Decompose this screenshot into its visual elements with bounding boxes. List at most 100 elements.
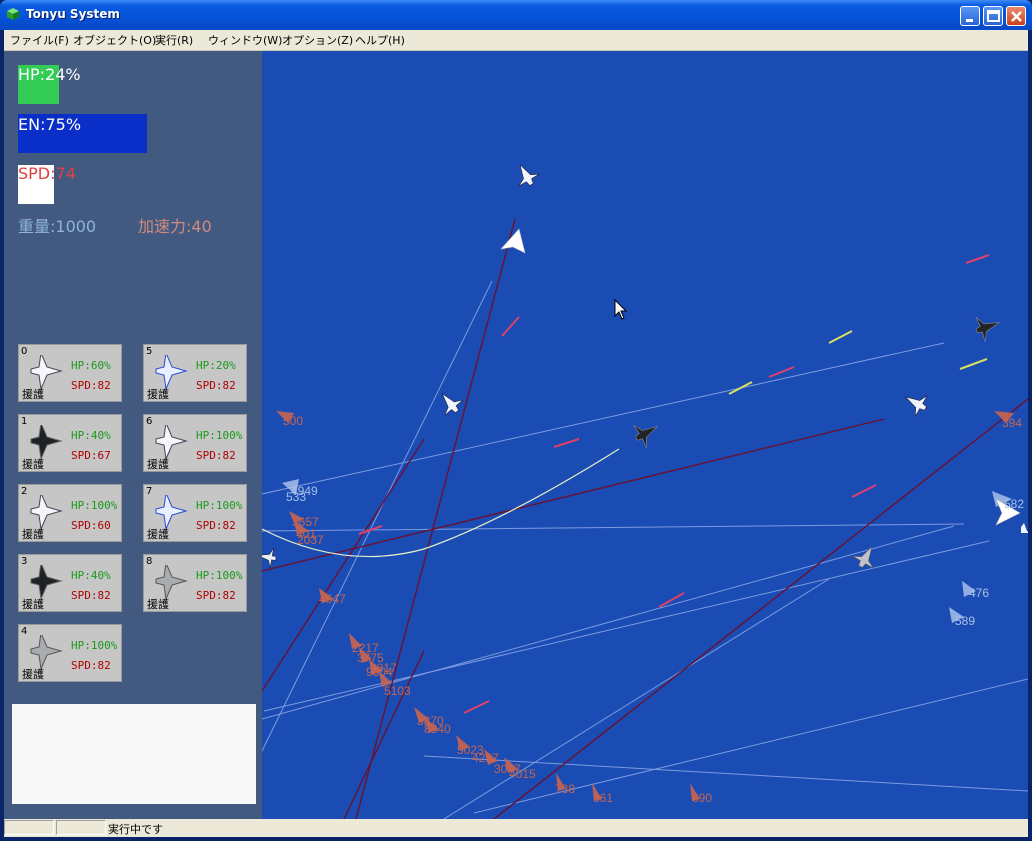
beam-lines — [261, 218, 1028, 819]
white-fighter-icon — [1021, 523, 1028, 533]
close-icon — [1011, 11, 1022, 22]
status-text: 実行中です — [108, 823, 163, 836]
unit-number: 4 — [21, 626, 28, 637]
unit-role: 援護 — [22, 458, 44, 471]
unit-number: 8 — [146, 556, 153, 567]
unit-card[interactable]: 0 HP:60% SPD:82 援護 — [18, 344, 122, 402]
damage-label: 738 — [555, 782, 576, 796]
unit-hp: HP:60% — [71, 359, 111, 372]
unit-hp: HP:20% — [196, 359, 236, 372]
unit-spd: SPD:82 — [196, 449, 236, 462]
bullets — [358, 254, 990, 714]
close-button[interactable] — [1006, 6, 1026, 26]
unit-role: 援護 — [22, 388, 44, 401]
damage-label: 861 — [593, 791, 614, 805]
status-cell — [4, 820, 54, 835]
unit-role: 援護 — [22, 668, 44, 681]
unit-card[interactable]: 3 HP:40% SPD:82 援護 — [18, 554, 122, 612]
unit-role: 援護 — [147, 458, 169, 471]
spd-label: SPD:74 — [18, 164, 76, 183]
damage-label: 5103 — [384, 684, 411, 698]
black-fighter-icon — [975, 316, 1001, 342]
menu-help[interactable]: ヘルプ(H) — [355, 32, 405, 48]
menu-object[interactable]: オブジェクト(O) — [73, 32, 156, 48]
damage-label: 394 — [1002, 416, 1023, 430]
unit-number: 1 — [21, 416, 28, 427]
menu-window[interactable]: ウィンドウ(W) — [208, 32, 282, 48]
fighter-jets — [257, 163, 1028, 569]
unit-number: 5 — [146, 346, 153, 357]
status-cell — [56, 820, 106, 835]
unit-spd: SPD:67 — [71, 449, 111, 462]
status-bar: 実行中です — [4, 819, 1028, 837]
unit-spd: SPD:82 — [71, 379, 111, 392]
unit-number: 3 — [21, 556, 28, 567]
maximize-button[interactable] — [983, 6, 1003, 26]
unit-role: 援護 — [147, 598, 169, 611]
menu-option[interactable]: オプション(Z) — [282, 32, 353, 48]
window-title: Tonyu System — [26, 7, 120, 21]
unit-hp: HP:100% — [196, 499, 243, 512]
unit-card[interactable]: 8 HP:100% SPD:82 援護 — [143, 554, 247, 612]
black-fighter-icon — [633, 424, 659, 448]
maximize-icon — [987, 10, 1000, 22]
unit-role: 援護 — [147, 528, 169, 541]
en-label: EN:75% — [18, 115, 82, 134]
unit-card[interactable]: 1 HP:40% SPD:67 援護 — [18, 414, 122, 472]
damage-label: 2037 — [297, 533, 324, 547]
damage-label: 582 — [1004, 497, 1025, 511]
unit-role: 援護 — [147, 388, 169, 401]
weight-label: 重量:1000 — [18, 217, 97, 236]
damage-label: 8340 — [424, 722, 451, 736]
damage-label: 589 — [955, 614, 976, 628]
unit-role: 援護 — [22, 598, 44, 611]
damage-label: 4949 — [291, 484, 318, 498]
menu-file[interactable]: ファイル(F) — [10, 32, 69, 48]
hud-panel: HP:24% EN:75% SPD:74 重量:1000 加速力:40 0 HP:… — [4, 51, 262, 819]
damage-markers — [276, 411, 1014, 801]
unit-hp: HP:100% — [196, 429, 243, 442]
menu-run[interactable]: 実行(R) — [155, 32, 193, 48]
enemy-markers — [282, 479, 1012, 623]
unit-number: 2 — [21, 486, 28, 497]
damage-label: 4015 — [509, 767, 536, 781]
accel-label: 加速力:40 — [138, 217, 212, 236]
window-frame: Tonyu System ファイル(F) オブジェクト(O) 実行(R) ウィン… — [0, 0, 1032, 841]
white-arrow-jet-icon — [500, 228, 526, 254]
unit-spd: SPD:82 — [196, 379, 236, 392]
unit-hp: HP:40% — [71, 429, 111, 442]
damage-label: 4547 — [319, 592, 346, 606]
hp-label: HP:24% — [18, 65, 81, 84]
unit-hp: HP:40% — [71, 569, 111, 582]
game-canvas[interactable]: 500 533 4949 3657 401 2037 4547 2217 377… — [4, 51, 1028, 819]
white-fighter-icon — [518, 163, 540, 187]
mouse-cursor-icon — [614, 298, 628, 320]
unit-spd: SPD:60 — [71, 519, 111, 532]
unit-spd: SPD:82 — [196, 589, 236, 602]
unit-number: 7 — [146, 486, 153, 497]
unit-card[interactable]: 4 HP:100% SPD:82 援護 — [18, 624, 122, 682]
menu-bar: ファイル(F) オブジェクト(O) 実行(R) ウィンドウ(W) オプション(Z… — [4, 30, 1028, 51]
unit-number: 6 — [146, 416, 153, 427]
unit-hp: HP:100% — [71, 639, 118, 652]
unit-card[interactable]: 2 HP:100% SPD:60 援護 — [18, 484, 122, 542]
unit-card[interactable]: 7 HP:100% SPD:82 援護 — [143, 484, 247, 542]
unit-card[interactable]: 6 HP:100% SPD:82 援護 — [143, 414, 247, 472]
minimize-icon — [966, 19, 973, 22]
damage-label: 690 — [692, 791, 713, 805]
title-bar[interactable]: Tonyu System — [0, 0, 1032, 30]
minimize-button[interactable] — [960, 6, 980, 26]
unit-card[interactable]: 5 HP:20% SPD:82 援護 — [143, 344, 247, 402]
unit-spd: SPD:82 — [71, 589, 111, 602]
damage-label: 476 — [969, 586, 990, 600]
unit-hp: HP:100% — [71, 499, 118, 512]
message-box — [12, 704, 256, 804]
unit-role: 援護 — [22, 528, 44, 541]
grey-fighter-icon — [852, 545, 874, 569]
unit-spd: SPD:82 — [71, 659, 111, 672]
white-fighter-icon — [904, 395, 928, 417]
unit-hp: HP:100% — [196, 569, 243, 582]
unit-spd: SPD:82 — [196, 519, 236, 532]
unit-number: 0 — [21, 346, 28, 357]
app-cube-icon — [7, 8, 19, 20]
